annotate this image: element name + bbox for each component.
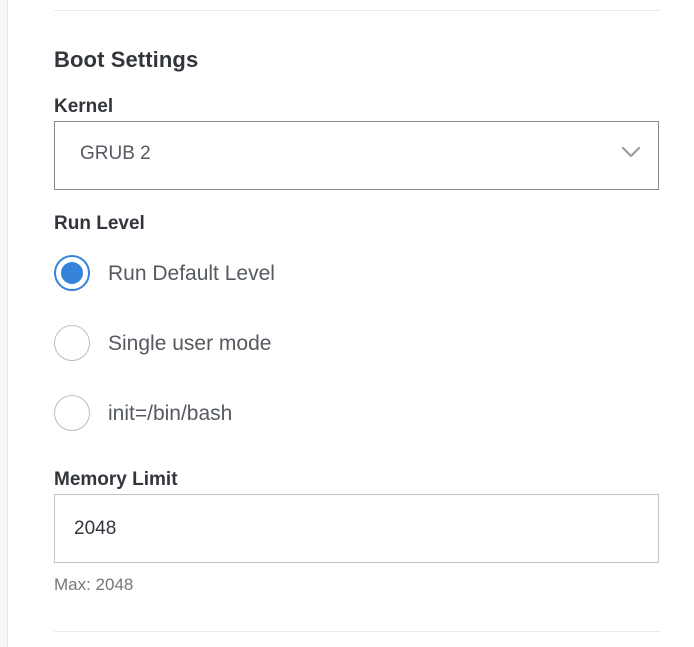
run-level-label: Run Level	[54, 213, 145, 234]
radio-label: Run Default Level	[108, 262, 275, 285]
memory-limit-label: Memory Limit	[54, 469, 178, 490]
radio-button-checked[interactable]	[54, 255, 90, 291]
left-edge-border	[0, 0, 8, 647]
section-title: Boot Settings	[54, 47, 199, 72]
radio-label: init=/bin/bash	[108, 402, 233, 425]
bottom-divider	[54, 631, 661, 632]
kernel-select-value: GRUB 2	[80, 143, 151, 164]
boot-settings-panel: Boot Settings Kernel GRUB 2 Run Level Ru…	[0, 0, 694, 647]
radio-run-default-level[interactable]: Run Default Level	[54, 254, 454, 294]
radio-button[interactable]	[54, 325, 90, 361]
top-divider	[54, 10, 661, 11]
radio-button[interactable]	[54, 395, 90, 431]
memory-limit-input[interactable]	[55, 495, 658, 562]
radio-label: Single user mode	[108, 332, 272, 355]
kernel-label: Kernel	[54, 96, 114, 117]
chevron-down-icon[interactable]	[620, 145, 642, 159]
radio-init-bin-bash[interactable]: init=/bin/bash	[54, 394, 454, 434]
memory-limit-helper-text: Max: 2048	[54, 575, 134, 594]
radio-selected-dot	[61, 262, 83, 284]
memory-limit-field[interactable]	[54, 494, 659, 563]
radio-single-user-mode[interactable]: Single user mode	[54, 324, 454, 364]
kernel-select[interactable]: GRUB 2	[54, 121, 659, 190]
